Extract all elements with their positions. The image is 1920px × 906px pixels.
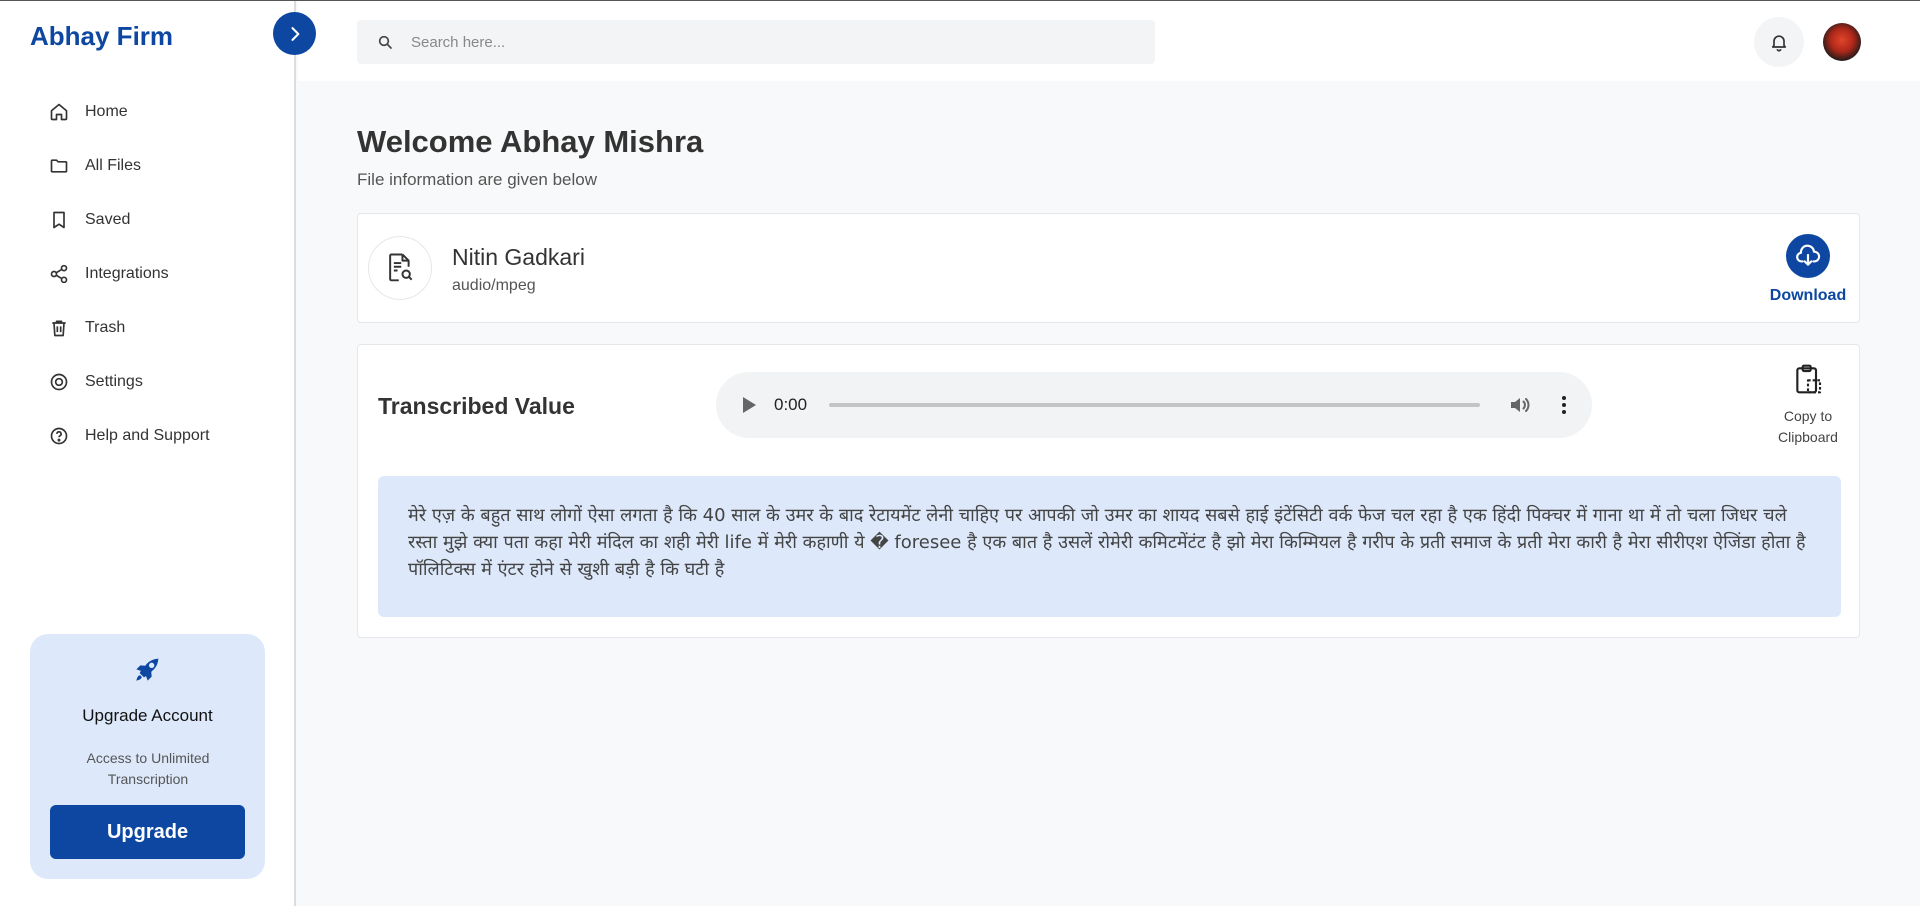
file-search-icon	[368, 236, 432, 300]
sidebar-item-label: Help and Support	[85, 427, 210, 444]
audio-player: 0:00	[716, 372, 1592, 438]
rocket-icon	[131, 654, 163, 691]
folder-icon	[48, 155, 70, 177]
chevron-right-icon	[285, 24, 305, 44]
sidebar: Abhay Firm Home All Files Saved Integrat…	[0, 1, 296, 906]
sidebar-item-label: Home	[85, 103, 128, 120]
sidebar-item-home[interactable]: Home	[48, 85, 210, 139]
collapse-sidebar-button[interactable]	[273, 12, 316, 55]
audio-progress-bar[interactable]	[829, 403, 1480, 407]
file-type: audio/mpeg	[452, 277, 536, 294]
transcription-text: मेरे एज़ के बहुत साथ लोगों ऐसा लगता है क…	[378, 476, 1841, 617]
sidebar-item-integrations[interactable]: Integrations	[48, 247, 210, 301]
search-icon	[377, 34, 393, 50]
bookmark-icon	[48, 209, 70, 231]
sidebar-item-trash[interactable]: Trash	[48, 301, 210, 355]
file-info-card: Nitin Gadkari audio/mpeg Download	[357, 213, 1860, 323]
more-options-icon[interactable]	[1552, 393, 1576, 422]
trash-icon	[48, 317, 70, 339]
download-button[interactable]: Download	[1758, 234, 1858, 305]
search-bar	[357, 20, 1155, 64]
play-icon[interactable]	[740, 395, 758, 420]
upgrade-card: Upgrade Account Access to Unlimited Tran…	[30, 634, 265, 879]
sidebar-item-label: Integrations	[85, 265, 169, 282]
home-icon	[48, 101, 70, 123]
help-icon	[48, 425, 70, 447]
copy-to-clipboard-button[interactable]: Copy to Clipboard	[1758, 363, 1858, 448]
notifications-button[interactable]	[1754, 17, 1804, 67]
bell-icon	[1769, 32, 1789, 52]
upgrade-button[interactable]: Upgrade	[50, 805, 245, 859]
download-label: Download	[1769, 287, 1847, 304]
sidebar-nav: Home All Files Saved Integrations Trash	[48, 85, 210, 463]
share-icon	[48, 263, 70, 285]
page-subtitle: File information are given below	[357, 170, 598, 189]
sidebar-item-settings[interactable]: Settings	[48, 355, 210, 409]
sidebar-item-label: Saved	[85, 211, 131, 228]
sidebar-item-help[interactable]: Help and Support	[48, 409, 210, 463]
brand-logo[interactable]: Abhay Firm	[30, 21, 173, 52]
audio-time: 0:00	[774, 395, 808, 414]
top-header	[298, 1, 1920, 81]
copy-label: Copy to Clipboard	[1778, 408, 1838, 445]
file-name: Nitin Gadkari	[452, 244, 585, 270]
settings-icon	[48, 371, 70, 393]
transcription-card: Transcribed Value 0:00 Copy to Clipboard…	[357, 344, 1860, 638]
transcription-title: Transcribed Value	[378, 393, 575, 419]
volume-icon[interactable]	[1508, 393, 1532, 422]
user-avatar[interactable]	[1823, 23, 1861, 61]
upgrade-description: Access to Unlimited Transcription	[86, 750, 210, 787]
search-input[interactable]	[411, 33, 1111, 51]
sidebar-item-label: Settings	[85, 373, 143, 390]
sidebar-item-label: Trash	[85, 319, 126, 336]
sidebar-item-all-files[interactable]: All Files	[48, 139, 210, 193]
sidebar-item-label: All Files	[85, 157, 142, 174]
sidebar-item-saved[interactable]: Saved	[48, 193, 210, 247]
cloud-download-icon	[1786, 234, 1830, 278]
upgrade-title: Upgrade Account	[82, 706, 213, 725]
clipboard-icon	[1758, 363, 1858, 400]
page-title: Welcome Abhay Mishra	[357, 124, 704, 159]
